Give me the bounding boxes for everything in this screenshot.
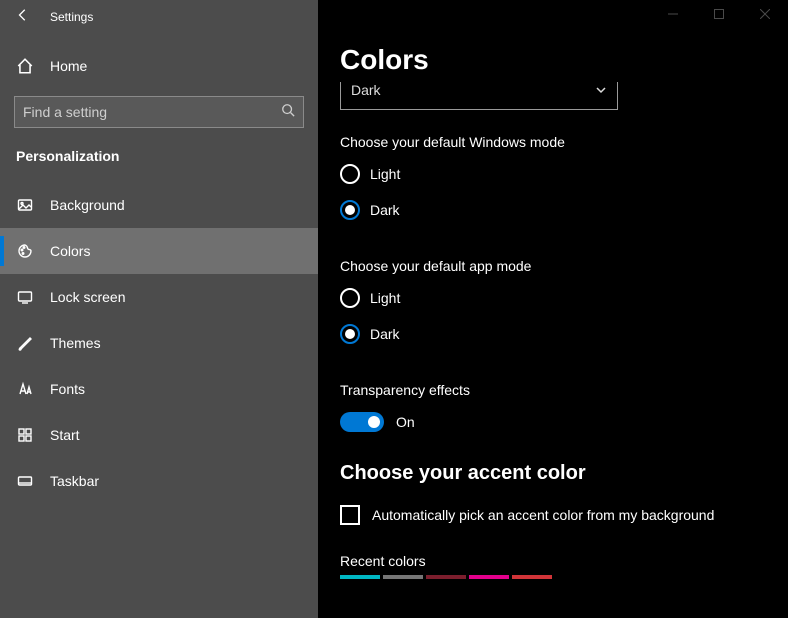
search-wrap bbox=[0, 88, 318, 140]
recent-colors-label: Recent colors bbox=[340, 553, 766, 569]
nav-home[interactable]: Home bbox=[0, 44, 318, 88]
page-title: Colors bbox=[340, 44, 766, 76]
radio-icon bbox=[340, 164, 360, 184]
sidebar-section-title: Personalization bbox=[0, 140, 318, 182]
sidebar-item-label: Start bbox=[50, 427, 80, 443]
search-icon bbox=[281, 103, 295, 122]
minimize-icon bbox=[668, 6, 678, 24]
minimize-button[interactable] bbox=[650, 0, 696, 30]
sidebar-item-label: Fonts bbox=[50, 381, 85, 397]
windows-mode-label: Choose your default Windows mode bbox=[340, 134, 766, 150]
start-icon bbox=[16, 426, 34, 444]
picture-icon bbox=[16, 196, 34, 214]
main-content: Colors Dark Choose your default Windows … bbox=[318, 0, 788, 618]
lockscreen-icon bbox=[16, 288, 34, 306]
home-icon bbox=[16, 57, 34, 75]
close-button[interactable] bbox=[742, 0, 788, 30]
sidebar-header: Settings bbox=[0, 0, 318, 34]
search-box[interactable] bbox=[14, 96, 304, 128]
close-icon bbox=[760, 6, 770, 24]
recent-color-swatches bbox=[340, 575, 766, 579]
color-swatch[interactable] bbox=[426, 575, 466, 579]
sidebar-item-lock-screen[interactable]: Lock screen bbox=[0, 274, 318, 320]
sidebar-item-fonts[interactable]: Fonts bbox=[0, 366, 318, 412]
toggle-knob bbox=[368, 416, 380, 428]
sidebar-item-themes[interactable]: Themes bbox=[0, 320, 318, 366]
app-mode-dark-radio[interactable]: Dark bbox=[340, 324, 766, 344]
sidebar-item-label: Taskbar bbox=[50, 473, 99, 489]
app-mode-label: Choose your default app mode bbox=[340, 258, 766, 274]
transparency-toggle-row: On bbox=[340, 412, 766, 432]
radio-icon bbox=[340, 288, 360, 308]
search-input[interactable] bbox=[23, 104, 281, 120]
color-swatch[interactable] bbox=[383, 575, 423, 579]
content: Colors Dark Choose your default Windows … bbox=[318, 0, 788, 579]
maximize-icon bbox=[714, 6, 724, 24]
sidebar-item-label: Themes bbox=[50, 335, 101, 351]
fonts-icon bbox=[16, 380, 34, 398]
radio-label: Light bbox=[370, 166, 400, 182]
brush-icon bbox=[16, 334, 34, 352]
toggle-state-label: On bbox=[396, 414, 415, 430]
windows-mode-dark-radio[interactable]: Dark bbox=[340, 200, 766, 220]
radio-label: Light bbox=[370, 290, 400, 306]
sidebar-item-colors[interactable]: Colors bbox=[0, 228, 318, 274]
checkbox-label: Automatically pick an accent color from … bbox=[372, 507, 714, 523]
sidebar-item-label: Lock screen bbox=[50, 289, 125, 305]
arrow-left-icon bbox=[16, 8, 30, 27]
color-mode-dropdown[interactable]: Dark bbox=[340, 82, 618, 110]
auto-accent-checkbox-row[interactable]: Automatically pick an accent color from … bbox=[340, 505, 766, 525]
windows-mode-light-radio[interactable]: Light bbox=[340, 164, 766, 184]
sidebar: Settings Home Personalization Backgro bbox=[0, 0, 318, 618]
color-swatch[interactable] bbox=[469, 575, 509, 579]
sidebar-item-start[interactable]: Start bbox=[0, 412, 318, 458]
radio-icon bbox=[340, 324, 360, 344]
radio-label: Dark bbox=[370, 326, 400, 342]
sidebar-item-background[interactable]: Background bbox=[0, 182, 318, 228]
checkbox-icon bbox=[340, 505, 360, 525]
radio-label: Dark bbox=[370, 202, 400, 218]
app-mode-light-radio[interactable]: Light bbox=[340, 288, 766, 308]
accent-section-title: Choose your accent color bbox=[340, 462, 766, 485]
radio-icon bbox=[340, 200, 360, 220]
nav-home-label: Home bbox=[50, 58, 87, 74]
dropdown-value: Dark bbox=[351, 82, 381, 98]
settings-window: Settings Home Personalization Backgro bbox=[0, 0, 788, 618]
maximize-button[interactable] bbox=[696, 0, 742, 30]
app-title: Settings bbox=[50, 10, 93, 24]
nav-list: Background Colors Lock screen Themes bbox=[0, 182, 318, 504]
color-swatch[interactable] bbox=[340, 575, 380, 579]
sidebar-item-label: Colors bbox=[50, 243, 90, 259]
window-controls bbox=[650, 0, 788, 30]
taskbar-icon bbox=[16, 472, 34, 490]
sidebar-item-label: Background bbox=[50, 197, 125, 213]
color-swatch[interactable] bbox=[512, 575, 552, 579]
transparency-label: Transparency effects bbox=[340, 382, 766, 398]
chevron-down-icon bbox=[595, 82, 607, 99]
palette-icon bbox=[16, 242, 34, 260]
transparency-toggle[interactable] bbox=[340, 412, 384, 432]
back-button[interactable] bbox=[6, 0, 40, 34]
sidebar-item-taskbar[interactable]: Taskbar bbox=[0, 458, 318, 504]
